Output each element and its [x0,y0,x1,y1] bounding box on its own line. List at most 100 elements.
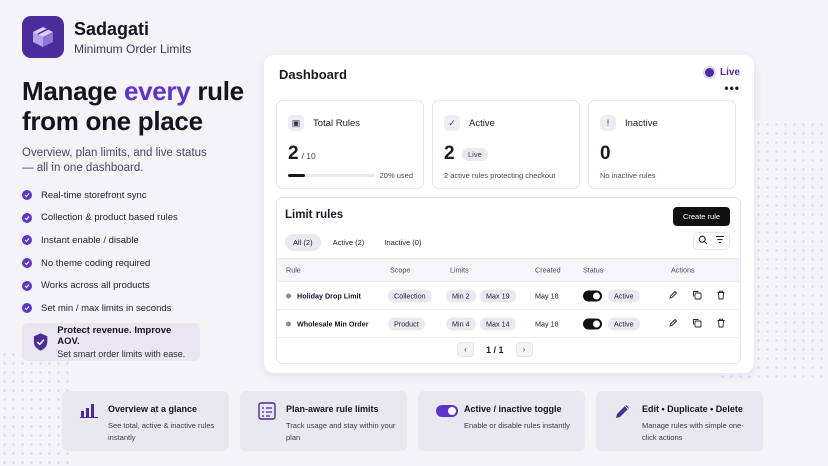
stat-label: Active [469,118,495,129]
brand-subtitle: Minimum Order Limits [74,41,192,56]
feature-card: Active / inactive toggle Enable or disab… [418,391,585,451]
limit-rules-panel: Limit rules Create rule All (2) Active (… [276,197,741,364]
usage-progress-fill [288,174,306,177]
feature-card: Plan-aware rule limits Track usage and s… [240,391,407,451]
col-rule: Rule [286,265,301,275]
feature-card-title: Overview at a glance [108,404,198,414]
check-icon [22,280,32,291]
table-row[interactable]: Holiday Drop Limit Collection Min 2 Max … [277,282,740,310]
hero: Manage every rule from one place Overvie… [22,76,252,176]
feature-item: Real-time storefront sync [22,184,178,207]
created-date: May 18 [535,319,559,328]
hero-title-accent: every [123,76,191,106]
exclamation-icon: ! [600,115,616,131]
table-header: Rule Scope Limits Created Status Actions [277,258,740,282]
feature-item: Works across all products [22,274,178,297]
scope-chip: Collection [388,289,432,302]
rule-name: Wholesale Min Order [297,319,369,328]
rules-title: Limit rules [285,209,344,221]
feature-cards: Overview at a glance See total, active &… [62,391,763,451]
min-chip: Min 2 [446,289,476,302]
bar-chart-icon [80,404,98,418]
live-badge: Live [462,148,488,161]
live-status: Live [704,67,740,78]
stat-note: 2 active rules protecting checkout [444,171,556,180]
stat-note: No inactive rules [600,171,656,180]
shield-check-icon [33,333,48,351]
edit-icon[interactable] [668,290,678,302]
duplicate-icon[interactable] [692,318,702,330]
row-dot [286,321,291,326]
max-chip: Max 19 [480,289,516,302]
table-row[interactable]: Wholesale Min Order Product Min 4 Max 14… [277,310,740,338]
rules-tabs: All (2) Active (2) Inactive (0) [285,234,429,251]
stat-label: Total Rules [313,118,360,129]
col-status: Status [583,265,604,275]
tab-active[interactable]: Active (2) [325,234,373,251]
feature-card-title: Active / inactive toggle [464,404,562,414]
max-chip: Max 14 [480,317,516,330]
check-icon [22,235,32,246]
box-stack-icon [22,16,64,58]
stat-value: 0 [600,143,611,164]
check-icon [22,212,32,223]
stat-value: 2/ 10 [288,143,316,164]
feature-card-title: Plan-aware rule limits [286,404,379,414]
rule-name: Holiday Drop Limit [297,291,361,300]
delete-icon[interactable] [716,290,726,302]
pagination: ‹ 1 / 1 › [457,342,533,357]
feature-card-title: Edit • Duplicate • Delete [642,404,743,414]
usage-progress-bar [288,174,375,177]
stat-label: Inactive [625,118,658,129]
toggle-icon [436,405,458,417]
brand-name: Sadagati [74,18,150,39]
next-page-button[interactable]: › [515,342,533,357]
duplicate-icon[interactable] [692,290,702,302]
col-limits: Limits [450,265,469,275]
min-chip: Min 4 [446,317,476,330]
feature-card: Edit • Duplicate • Delete Manage rules w… [596,391,763,451]
promo-subtitle: Set smart order limits with ease. [57,349,186,359]
scope-chip: Product [388,317,425,330]
pencil-icon [616,405,629,418]
prev-page-button[interactable]: ‹ [457,342,474,357]
list-check-icon [258,402,276,420]
calendar-icon: ▣ [288,115,304,131]
status-toggle[interactable] [583,318,602,329]
feature-list: Real-time storefront sync Collection & p… [22,184,178,320]
col-actions: Actions [671,265,695,275]
search-icon[interactable] [698,235,708,248]
stat-inactive: ! Inactive 0 No inactive rules [588,100,736,189]
check-icon: ✓ [444,115,460,131]
usage-label: 20% used [379,171,413,180]
created-date: May 18 [535,291,559,300]
col-scope: Scope [390,265,411,275]
dashboard-card: Dashboard Live ••• ▣ Total Rules 2/ 10 2… [264,55,754,373]
more-options-icon[interactable]: ••• [724,81,740,95]
feature-card: Overview at a glance See total, active &… [62,391,229,451]
feature-item: Collection & product based rules [22,207,178,230]
check-icon [22,190,32,201]
delete-icon[interactable] [716,318,726,330]
brand-header: Sadagati Minimum Order Limits [22,16,191,58]
feature-card-text: Track usage and stay within your plan [286,421,396,442]
edit-icon[interactable] [668,318,678,330]
dashboard-title: Dashboard [279,67,347,82]
filter-icon[interactable] [715,235,725,247]
hero-subtitle: Overview, plan limits, and live status —… [22,147,207,174]
hero-title: Manage every rule from one place [22,76,244,136]
tab-all[interactable]: All (2) [285,234,321,251]
status-toggle[interactable] [583,290,602,301]
stat-value: 2 [444,143,455,164]
tab-inactive[interactable]: Inactive (0) [376,234,429,251]
stat-total: ▣ Total Rules 2/ 10 20% used [276,100,424,189]
live-dot-icon [704,68,714,77]
row-dot [286,293,291,298]
col-created: Created [535,265,561,275]
feature-item: No theme coding required [22,252,178,275]
stats-row: ▣ Total Rules 2/ 10 20% used ✓ Active 2 … [276,100,736,189]
feature-card-text: Enable or disable rules instantly [464,421,570,430]
feature-card-text: Manage rules with simple one-click actio… [642,421,744,442]
create-rule-button[interactable]: Create rule [673,207,730,226]
feature-card-text: See total, active & inactive rules insta… [108,421,215,442]
